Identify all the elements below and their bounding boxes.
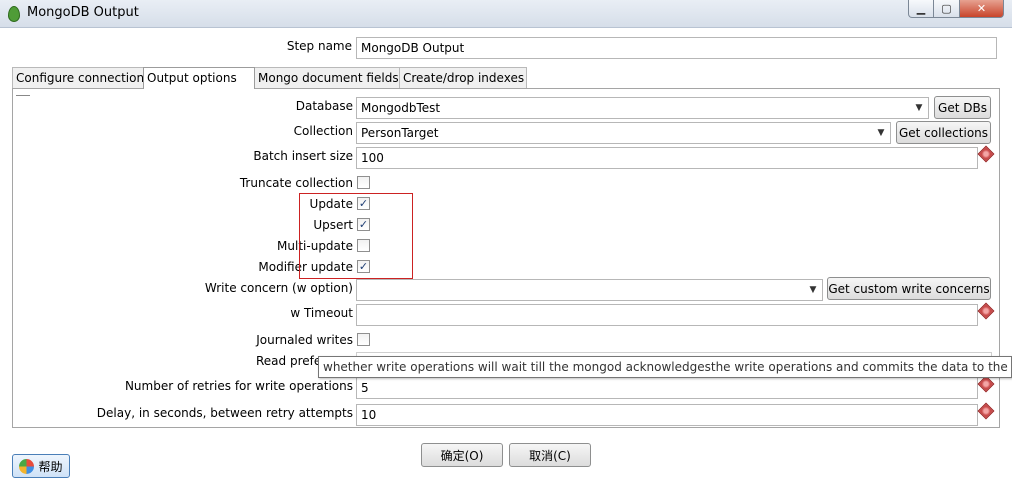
tab-create-drop-indexes[interactable]: Create/drop indexes	[399, 67, 527, 88]
num-retries-label: Number of retries for write operations	[124, 379, 353, 393]
close-button[interactable]: ✕	[960, 0, 1004, 18]
database-label: Database	[295, 99, 353, 113]
batch-insert-size-input[interactable]: 100	[356, 147, 978, 169]
tab-output-options[interactable]: Output options	[143, 67, 255, 89]
retry-delay-label: Delay, in seconds, between retry attempt…	[96, 406, 353, 420]
journaled-writes-checkbox[interactable]	[357, 333, 370, 346]
retry-delay-input[interactable]: 10	[356, 404, 978, 426]
tab-mongo-document-fields[interactable]: Mongo document fields	[254, 67, 400, 88]
database-select[interactable]: MongodbTest ▼	[356, 97, 929, 119]
chevron-down-icon[interactable]: ▼	[910, 98, 928, 118]
read-preference-label: Read prefe	[256, 354, 322, 368]
step-name-label: Step name	[286, 39, 352, 53]
ok-button[interactable]: 确定(O)	[421, 443, 503, 467]
window-controls: ▁ ▢ ✕	[908, 0, 1004, 18]
mongodb-leaf-icon	[8, 6, 20, 22]
write-concern-tooltip: whether write operations will wait till …	[318, 356, 1012, 378]
collection-select[interactable]: PersonTarget ▼	[356, 122, 891, 144]
num-retries-input[interactable]: 5	[356, 377, 978, 399]
tab-configure-connection[interactable]: Configure connection	[12, 67, 144, 88]
get-dbs-button[interactable]: Get DBs	[934, 96, 991, 119]
write-concern-select[interactable]: ▼	[356, 279, 823, 301]
chevron-down-icon[interactable]: ▼	[804, 280, 822, 300]
get-custom-write-concerns-button[interactable]: Get custom write concerns	[827, 277, 991, 300]
journaled-writes-label: Journaled writes	[256, 333, 353, 347]
truncate-collection-label: Truncate collection	[239, 176, 353, 190]
step-name-input[interactable]: MongoDB Output	[356, 37, 997, 59]
panel-corner-mark	[16, 95, 30, 99]
help-button-label: 帮助	[38, 459, 63, 474]
batch-insert-size-label: Batch insert size	[253, 149, 353, 163]
chevron-down-icon[interactable]: ▼	[872, 123, 890, 143]
database-value: MongodbTest	[361, 101, 441, 115]
w-timeout-label: w Timeout	[290, 306, 353, 320]
maximize-button[interactable]: ▢	[934, 0, 960, 18]
collection-value: PersonTarget	[361, 126, 439, 140]
minimize-button[interactable]: ▁	[908, 0, 934, 18]
window-title: MongoDB Output	[27, 5, 139, 20]
help-icon	[19, 458, 35, 474]
get-collections-button[interactable]: Get collections	[896, 121, 991, 144]
cancel-button[interactable]: 取消(C)	[509, 443, 591, 467]
highlight-box	[299, 193, 413, 279]
window-titlebar[interactable]: MongoDB Output ▁ ▢ ✕	[0, 0, 1012, 28]
w-timeout-input[interactable]	[356, 304, 978, 326]
help-button[interactable]: 帮助	[12, 454, 70, 478]
truncate-collection-checkbox[interactable]	[357, 176, 370, 189]
collection-label: Collection	[293, 124, 353, 138]
write-concern-label: Write concern (w option)	[204, 281, 353, 295]
